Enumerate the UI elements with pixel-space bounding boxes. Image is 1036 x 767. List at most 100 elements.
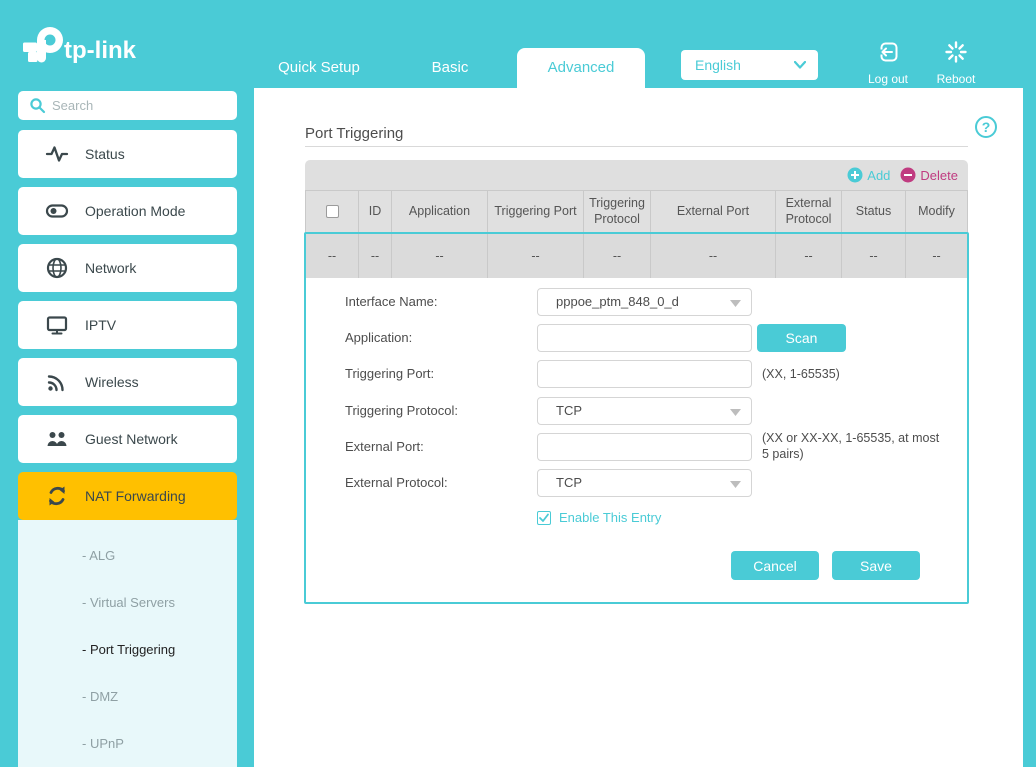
sidebar-item-label: Status xyxy=(85,146,125,162)
add-button[interactable]: Add xyxy=(847,167,890,183)
interface-name-label: Interface Name: xyxy=(345,288,438,316)
search-input[interactable] xyxy=(52,91,232,120)
sidebar-item-label: Network xyxy=(85,260,136,276)
chevron-down-icon xyxy=(794,61,806,69)
submenu-item-virtual-servers[interactable]: - Virtual Servers xyxy=(82,595,175,613)
page-title: Port Triggering xyxy=(305,125,403,142)
select-all-checkbox[interactable] xyxy=(326,205,339,218)
network-icon xyxy=(45,256,69,280)
nat-forwarding-icon xyxy=(45,484,69,508)
logout-button[interactable]: Log out xyxy=(862,40,914,86)
nat-forwarding-submenu: - ALG - Virtual Servers - Port Triggerin… xyxy=(18,520,237,767)
logout-icon xyxy=(876,40,900,64)
check-icon xyxy=(538,512,550,524)
delete-label: Delete xyxy=(920,168,958,183)
reboot-button[interactable]: Reboot xyxy=(930,40,982,86)
sidebar-item-label: Guest Network xyxy=(85,431,178,447)
external-port-input[interactable] xyxy=(537,433,752,461)
submenu-item-alg[interactable]: - ALG xyxy=(82,548,115,566)
header-cell: Modify xyxy=(905,191,967,232)
row-cell: -- xyxy=(841,234,905,278)
chevron-down-icon xyxy=(730,409,741,416)
interface-name-select[interactable]: pppoe_ptm_848_0_d xyxy=(537,288,752,316)
submenu-item-dmz[interactable]: - DMZ xyxy=(82,689,118,707)
sidebar-item-operation-mode[interactable]: Operation Mode xyxy=(18,187,237,235)
triggering-port-input[interactable] xyxy=(537,360,752,388)
tab-basic[interactable]: Basic xyxy=(400,48,500,88)
reboot-label: Reboot xyxy=(930,72,982,86)
external-port-hint: (XX or XX-XX, 1-65535, at most 5 pairs) xyxy=(762,430,944,462)
header-cell: Application xyxy=(391,191,487,232)
tplink-logo: tp-link xyxy=(20,22,160,72)
triggering-protocol-select[interactable]: TCP xyxy=(537,397,752,425)
row-cell: -- xyxy=(775,234,841,278)
delete-button[interactable]: Delete xyxy=(900,167,958,183)
sidebar: Status Operation Mode Network IPTV Wire xyxy=(0,88,237,767)
submenu-item-port-triggering[interactable]: - Port Triggering xyxy=(82,642,175,660)
operation-mode-icon xyxy=(45,199,69,223)
header-cell: Status xyxy=(841,191,905,232)
application-label: Application: xyxy=(345,324,412,352)
submenu-item-upnp[interactable]: - UPnP xyxy=(82,736,124,754)
language-value: English xyxy=(681,57,794,73)
sidebar-item-wireless[interactable]: Wireless xyxy=(18,358,237,406)
sidebar-item-nat-forwarding[interactable]: NAT Forwarding xyxy=(18,472,237,520)
chevron-down-icon xyxy=(730,300,741,307)
external-protocol-select[interactable]: TCP xyxy=(537,469,752,497)
edit-entry-panel: -- -- -- -- -- -- -- -- -- Interface Nam… xyxy=(304,232,969,604)
reboot-icon xyxy=(944,40,968,64)
scan-button[interactable]: Scan xyxy=(757,324,846,352)
triggering-protocol-value: TCP xyxy=(538,398,751,424)
table-header-row: ID Application Triggering Port Triggerin… xyxy=(305,190,968,233)
external-protocol-value: TCP xyxy=(538,470,751,496)
enable-entry-toggle[interactable]: Enable This Entry xyxy=(537,510,661,525)
header-cell: External Protocol xyxy=(775,191,841,232)
status-icon xyxy=(45,142,69,166)
row-cell: -- xyxy=(905,234,967,278)
guest-network-icon xyxy=(45,427,69,451)
title-divider xyxy=(305,146,968,147)
save-button[interactable]: Save xyxy=(832,551,920,580)
language-select[interactable]: English xyxy=(681,50,818,80)
row-cell: -- xyxy=(487,234,583,278)
header-cell-select xyxy=(306,191,358,232)
add-icon xyxy=(847,167,863,183)
triggering-port-hint: (XX, 1-65535) xyxy=(762,366,840,382)
chevron-down-icon xyxy=(730,481,741,488)
triggering-protocol-label: Triggering Protocol: xyxy=(345,397,458,425)
tab-quick-setup[interactable]: Quick Setup xyxy=(256,48,382,88)
row-cell: -- xyxy=(583,234,650,278)
sidebar-item-guest-network[interactable]: Guest Network xyxy=(18,415,237,463)
row-cell: -- xyxy=(358,234,391,278)
row-cell: -- xyxy=(650,234,775,278)
row-cell: -- xyxy=(306,234,358,278)
logout-label: Log out xyxy=(862,72,914,86)
add-label: Add xyxy=(867,168,890,183)
table-toolbar: Add Delete xyxy=(305,160,968,190)
cancel-button[interactable]: Cancel xyxy=(731,551,819,580)
sidebar-search xyxy=(18,91,237,120)
triggering-port-label: Triggering Port: xyxy=(345,360,434,388)
sidebar-item-label: Operation Mode xyxy=(85,203,185,219)
search-icon xyxy=(28,96,46,114)
iptv-icon xyxy=(45,313,69,337)
sidebar-item-label: NAT Forwarding xyxy=(85,488,186,504)
tab-advanced[interactable]: Advanced xyxy=(517,48,645,88)
sidebar-item-iptv[interactable]: IPTV xyxy=(18,301,237,349)
header-cell: Triggering Protocol xyxy=(583,191,650,232)
wireless-icon xyxy=(45,370,69,394)
help-icon[interactable]: ? xyxy=(975,116,997,138)
application-input[interactable] xyxy=(537,324,752,352)
enable-entry-checkbox[interactable] xyxy=(537,511,551,525)
delete-icon xyxy=(900,167,916,183)
sidebar-item-network[interactable]: Network xyxy=(18,244,237,292)
header-cell: ID xyxy=(358,191,391,232)
table-row[interactable]: -- -- -- -- -- -- -- -- -- xyxy=(306,234,967,278)
header-cell: Triggering Port xyxy=(487,191,583,232)
row-cell: -- xyxy=(391,234,487,278)
external-protocol-label: External Protocol: xyxy=(345,469,448,497)
svg-text:tp-link: tp-link xyxy=(64,37,137,64)
sidebar-item-label: Wireless xyxy=(85,374,139,390)
sidebar-item-status[interactable]: Status xyxy=(18,130,237,178)
header-cell: External Port xyxy=(650,191,775,232)
